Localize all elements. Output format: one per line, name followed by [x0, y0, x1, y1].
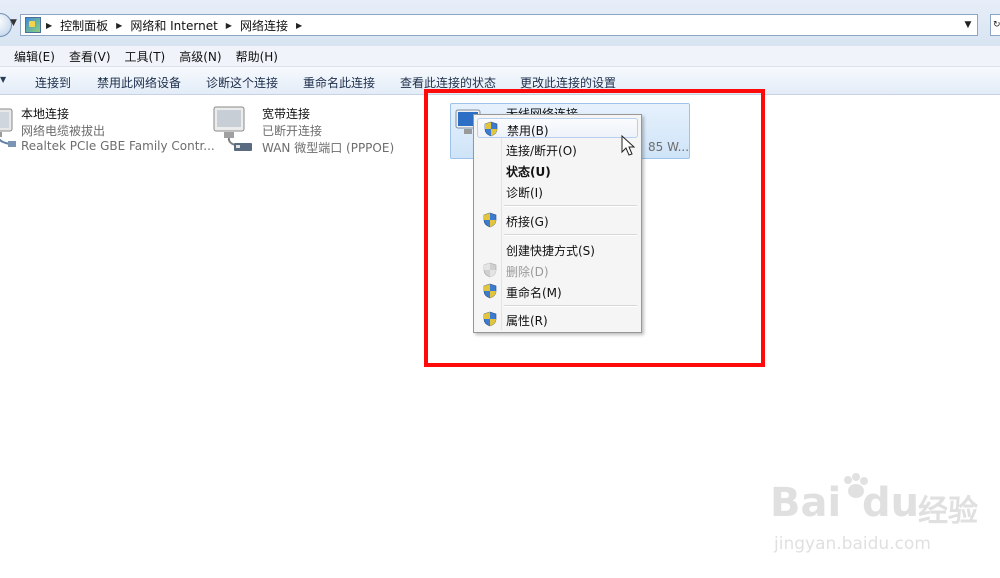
cmd-rename[interactable]: 重命名此连接 [303, 74, 375, 91]
menu-view[interactable]: 查看(V) [69, 48, 111, 65]
breadcrumb-network-connections[interactable]: 网络连接 [240, 17, 288, 34]
menu-advanced[interactable]: 高级(N) [179, 48, 221, 65]
address-dropdown-icon[interactable]: ▼ [959, 15, 977, 35]
refresh-icon: ↻ [993, 20, 1000, 30]
watermark-brand-du: du [862, 480, 920, 526]
menu-bar: 编辑(E) 查看(V) 工具(T) 高级(N) 帮助(H) [0, 46, 1000, 67]
connection-name: 宽带连接 [262, 107, 311, 121]
menu-edit[interactable]: 编辑(E) [14, 48, 55, 65]
watermark-url: jingyan.baidu.com [774, 534, 931, 554]
breadcrumb-arrow-icon[interactable]: ▶ [296, 21, 302, 30]
breadcrumb-control-panel[interactable]: 控制面板 [60, 17, 108, 34]
cmd-connect-to[interactable]: 连接到 [35, 74, 71, 91]
network-adapter-icon [0, 108, 16, 147]
breadcrumb: ▶ 控制面板 ▶ 网络和 Internet ▶ 网络连接 ▶ [46, 17, 310, 34]
breadcrumb-network-internet[interactable]: 网络和 Internet [130, 17, 217, 34]
address-bar-area: ▼ ▶ 控制面板 ▶ 网络和 Internet ▶ 网络连接 ▶ ▼ ↻ [0, 0, 1000, 46]
control-panel-icon [25, 17, 41, 33]
baidu-jingyan-watermark: Bai du 经验 jingyan.baidu.com [770, 472, 1000, 572]
address-bar[interactable]: ▶ 控制面板 ▶ 网络和 Internet ▶ 网络连接 ▶ ▼ [20, 14, 978, 36]
breadcrumb-arrow-icon[interactable]: ▶ [226, 21, 232, 30]
connection-device: Realtek PCIe GBE Family Contr... [21, 139, 215, 153]
connection-status: 网络电缆被拔出 [21, 124, 106, 138]
connection-status: 已断开连接 [262, 124, 323, 138]
menu-help[interactable]: 帮助(H) [236, 48, 278, 65]
menu-tools[interactable]: 工具(T) [125, 48, 166, 65]
connection-name: 本地连接 [21, 107, 70, 121]
connection-local[interactable]: 本地连接 网络电缆被拔出 Realtek PCIe GBE Family Con… [0, 103, 215, 158]
connection-broadband[interactable]: 宽带连接 已断开连接 WAN 微型端口 (PPPOE) [210, 103, 410, 158]
cmd-diagnose[interactable]: 诊断这个连接 [206, 74, 278, 91]
breadcrumb-arrow-icon[interactable]: ▶ [46, 21, 52, 30]
refresh-button[interactable]: ↻ [990, 14, 1000, 36]
connection-device: WAN 微型端口 (PPPOE) [262, 141, 395, 155]
recent-pages-dropdown[interactable]: ▼ [10, 18, 17, 28]
breadcrumb-arrow-icon[interactable]: ▶ [116, 21, 122, 30]
cmd-disable-device[interactable]: 禁用此网络设备 [97, 74, 181, 91]
broadband-adapter-icon [213, 106, 252, 151]
watermark-cn: 经验 [918, 494, 978, 529]
highlight-annotation-box [424, 89, 765, 367]
organize-dropdown-icon[interactable]: ▼ [0, 75, 6, 84]
watermark-brand: Bai [770, 480, 842, 526]
